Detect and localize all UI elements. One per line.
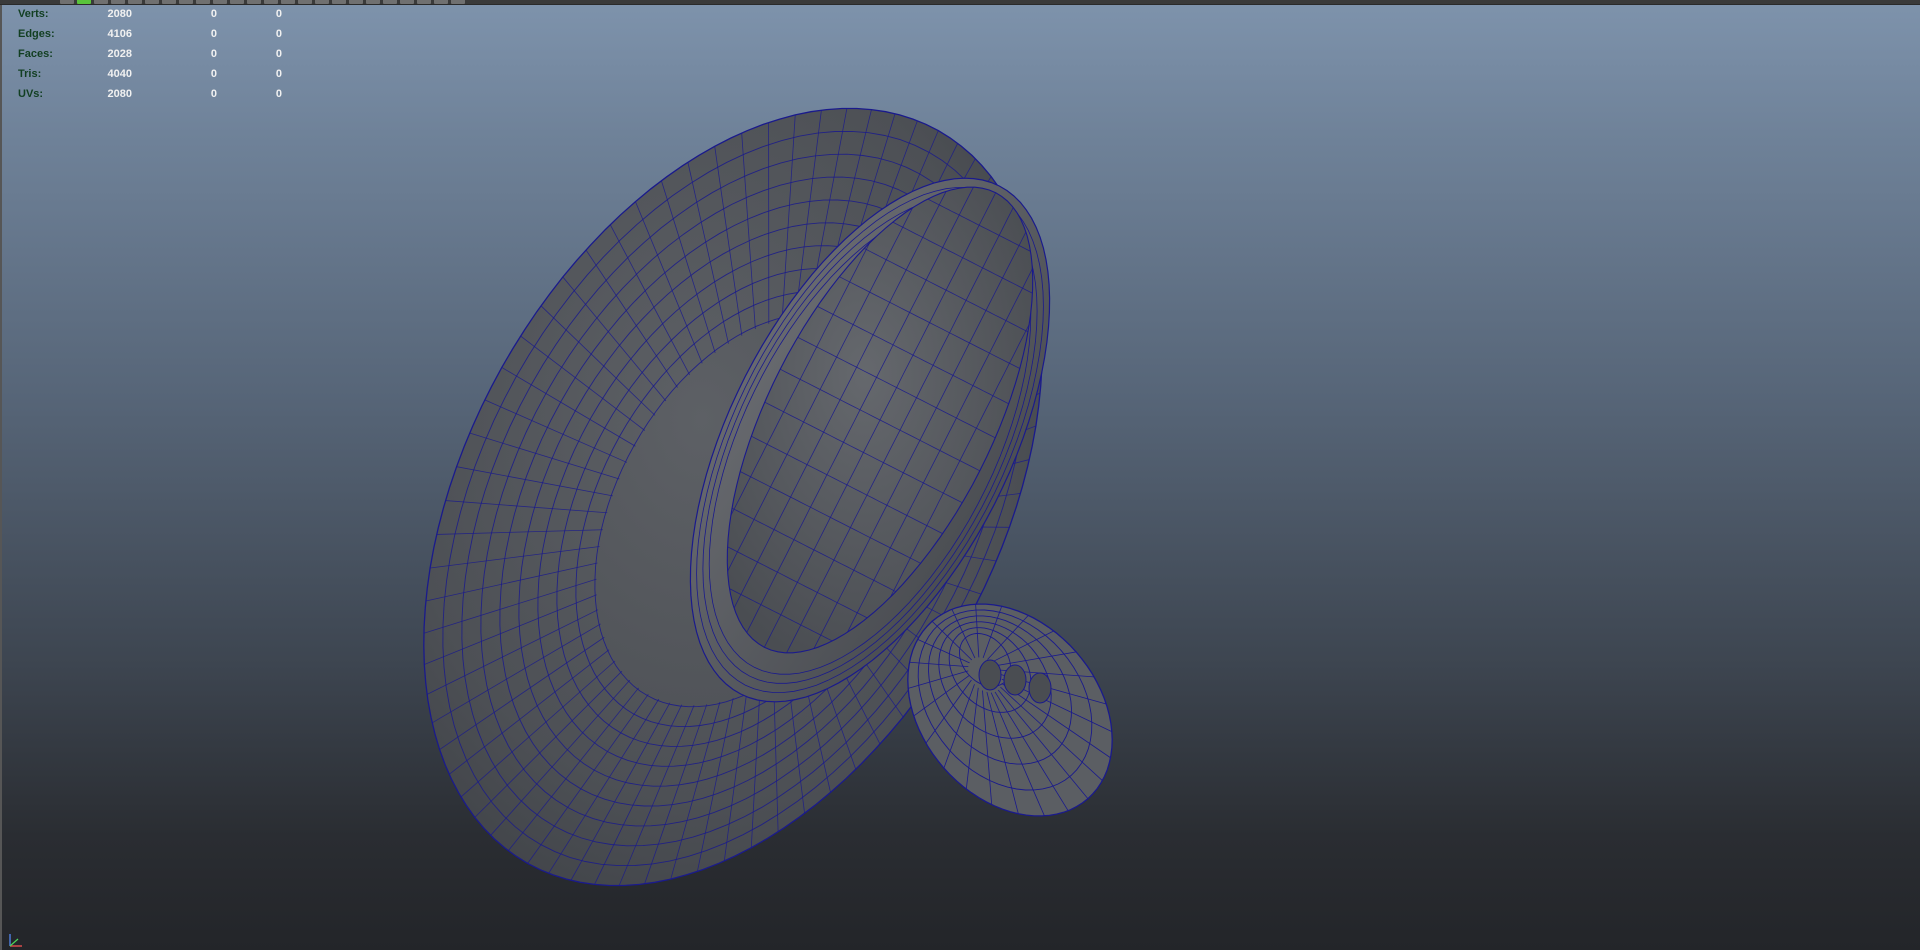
hud-value: 2028 — [107, 48, 132, 60]
hud-label: Faces: — [18, 48, 53, 60]
hud-value: 0 — [275, 28, 282, 40]
hud-value: 0 — [210, 28, 217, 40]
hud-value: 0 — [275, 48, 282, 60]
mesh-bump — [1028, 672, 1052, 704]
hud-value: 0 — [210, 68, 217, 80]
3d-viewport[interactable]: Verts: 2080 0 0 Edges: 4106 0 0 Faces: 2… — [0, 0, 1920, 950]
hud-value: 0 — [210, 88, 217, 100]
mesh-bump — [1003, 664, 1027, 696]
hud-value: 0 — [275, 88, 282, 100]
mesh-object[interactable] — [0, 0, 1920, 950]
hud-value: 0 — [210, 8, 217, 20]
hud-label: UVs: — [18, 88, 44, 100]
view-axis-icon — [9, 934, 22, 947]
hud-value: 4106 — [107, 28, 132, 40]
hud-value: 2080 — [107, 8, 132, 20]
hud-value: 4040 — [107, 68, 132, 80]
hud-value: 0 — [210, 48, 217, 60]
hud-value: 2080 — [107, 88, 132, 100]
hud-label: Tris: — [18, 68, 42, 80]
hud-label: Verts: — [18, 8, 49, 20]
hud-label: Edges: — [18, 28, 55, 40]
hud-value: 0 — [275, 68, 282, 80]
mesh-bump — [978, 659, 1002, 691]
hud-value: 0 — [275, 8, 282, 20]
